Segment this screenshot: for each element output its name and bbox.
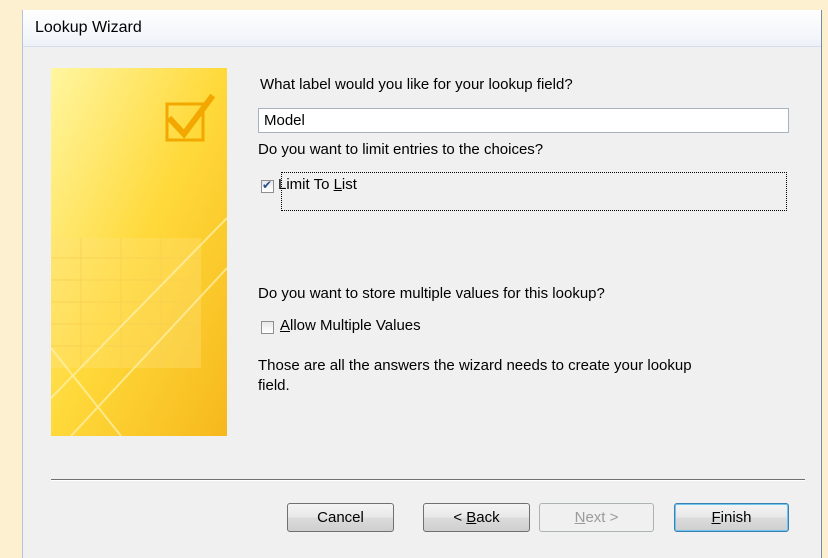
window-title: Lookup Wizard — [35, 19, 142, 36]
closing-text-line1: Those are all the answers the wizard nee… — [258, 357, 692, 374]
multiple-values-question: Do you want to store multiple values for… — [258, 285, 605, 302]
lookup-wizard-dialog: Lookup Wizard What label would you like … — [22, 10, 822, 558]
back-button[interactable]: < Back — [423, 503, 530, 532]
lookup-label-input[interactable] — [258, 108, 789, 133]
limit-to-list-label[interactable]: Limit To List — [278, 176, 357, 193]
allow-multiple-values-checkbox[interactable] — [261, 321, 274, 334]
closing-text-line2: field. — [258, 377, 290, 394]
finish-button[interactable]: Finish — [674, 503, 789, 532]
allow-multiple-values-label[interactable]: Allow Multiple Values — [280, 317, 421, 334]
background-strip — [0, 0, 22, 558]
wizard-banner-image — [51, 68, 227, 436]
button-separator — [51, 479, 805, 481]
limit-to-list-checkbox[interactable] — [261, 178, 274, 193]
cancel-button[interactable]: Cancel — [287, 503, 394, 532]
label-question: What label would you like for your looku… — [260, 76, 573, 93]
next-button[interactable]: Next > — [539, 503, 654, 532]
title-bar: Lookup Wizard — [23, 10, 821, 47]
wizard-banner-art — [51, 68, 227, 436]
limit-question: Do you want to limit entries to the choi… — [258, 141, 544, 158]
